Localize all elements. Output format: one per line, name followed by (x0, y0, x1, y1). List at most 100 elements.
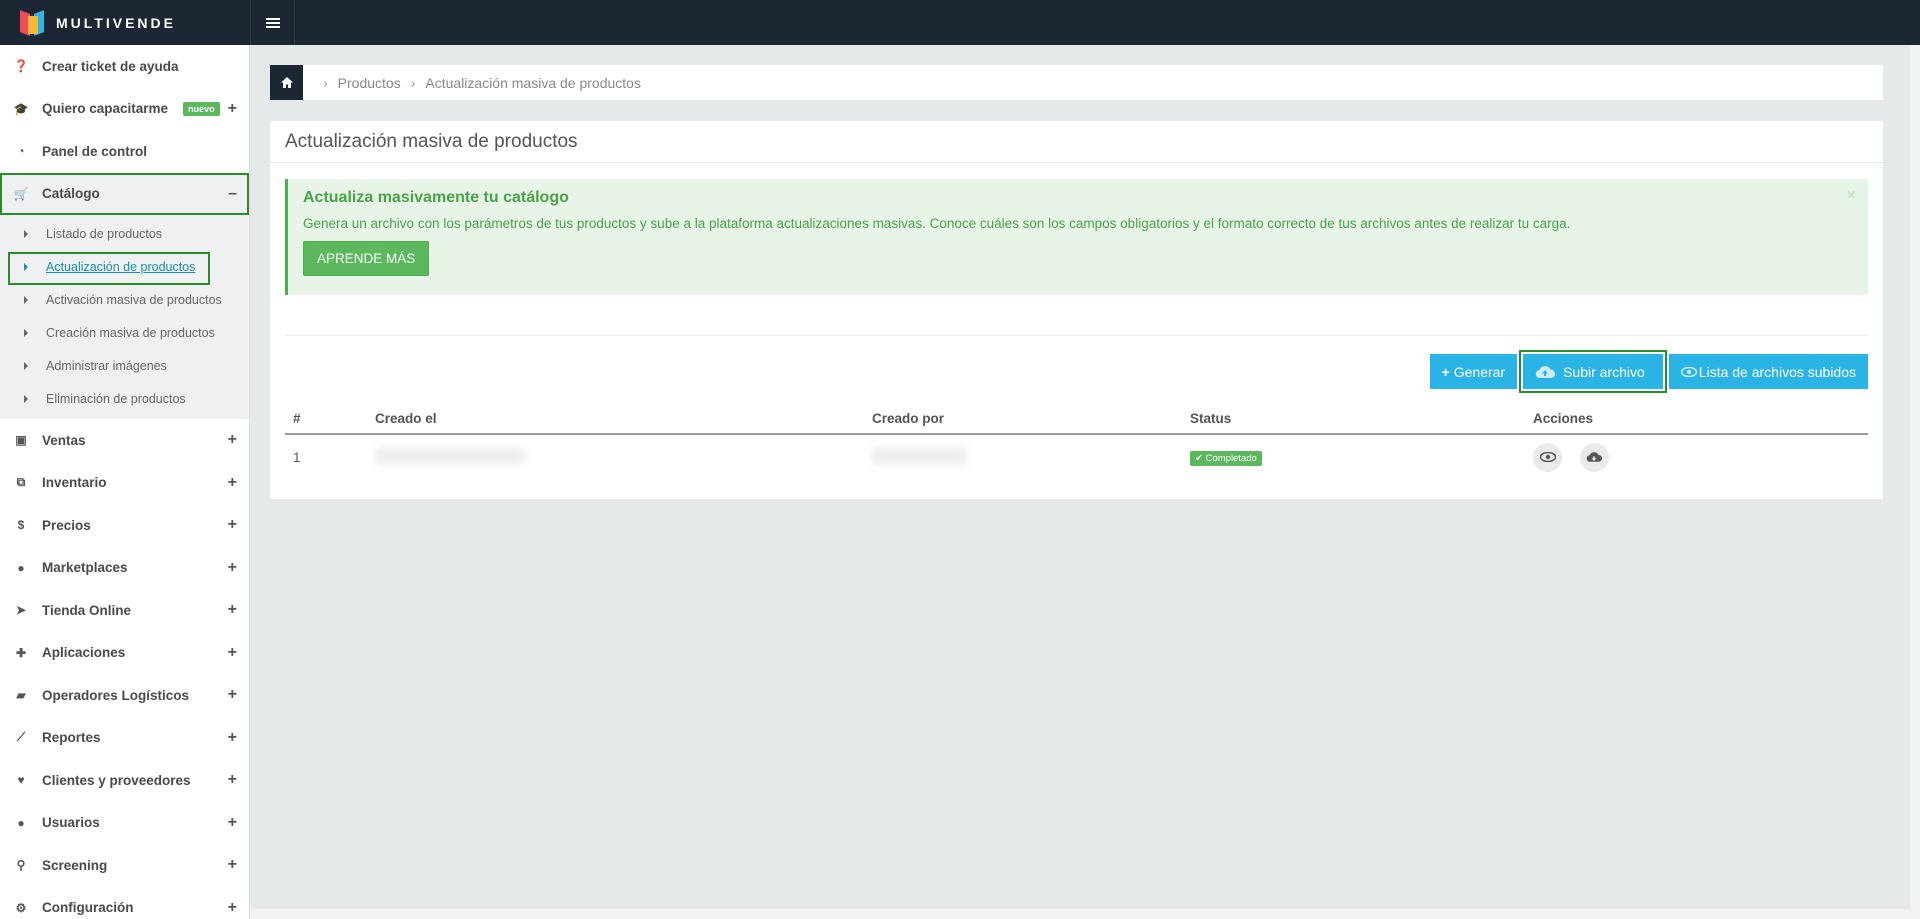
gear-icon: ⚙ (15, 900, 27, 915)
multivende-logo (20, 9, 46, 36)
expand-icon[interactable]: + (228, 814, 237, 832)
cubes-icon: ⧉ (16, 475, 26, 490)
upload-file-button[interactable]: Subir archivo (1519, 350, 1667, 393)
hamburger-icon (265, 16, 280, 30)
main-content: › Productos › Actualización masiva de pr… (250, 45, 1910, 909)
puzzle-icon: ✚ (15, 645, 27, 660)
expand-icon[interactable]: + (228, 856, 237, 874)
sidebar-item-quiero-capacitarme[interactable]: 🎓 Quiero capacitarme nuevo + (0, 88, 249, 131)
sidebar-item-label: Panel de control (42, 143, 148, 159)
expand-icon[interactable]: + (228, 474, 237, 492)
expand-icon[interactable]: + (228, 686, 237, 704)
submenu-item[interactable]: Creación masiva de productos (0, 316, 249, 349)
sidebar-item-clientes-y-proveedores[interactable]: ♥ Clientes y proveedores + (0, 759, 249, 802)
view-button[interactable] (1533, 442, 1562, 472)
sidebar-item-label: Inventario (42, 475, 107, 491)
table-header-row: # Creado el Creado por Status Acciones (285, 403, 1868, 435)
sidebar-item-label: Crear ticket de ayuda (42, 58, 179, 74)
sidebar-item-reportes[interactable]: ⟋ Reportes + (0, 717, 249, 760)
caret-right-icon (24, 361, 28, 370)
uploaded-files-list-button[interactable]: Lista de archivos subidos (1668, 354, 1868, 389)
status-label: Completado (1205, 452, 1257, 464)
brand[interactable]: MULTIVENDE (0, 0, 250, 45)
expand-icon[interactable]: + (228, 644, 237, 662)
check-icon: ✔ (1195, 452, 1203, 464)
sidebar-item-catálogo[interactable]: 🛒 Catálogo – (0, 172, 249, 215)
sidebar-item-screening[interactable]: ⚲ Screening + (0, 844, 249, 887)
sidebar-item-precios[interactable]: $ Precios + (0, 504, 249, 547)
eye-icon (1680, 366, 1697, 377)
home-icon (280, 77, 293, 88)
expand-icon[interactable]: + (228, 729, 237, 747)
breadcrumb-productos[interactable]: Productos (338, 75, 401, 91)
sidebar-item-label: Reportes (42, 730, 101, 746)
submenu-item[interactable]: Activación masiva de productos (0, 283, 249, 316)
line-chart-icon: ⟋ (16, 730, 26, 745)
submenu-item[interactable]: Administrar imágenes (0, 349, 249, 382)
cloud-download-icon (1586, 452, 1603, 462)
breadcrumb-current: Actualización masiva de productos (425, 74, 641, 91)
sidebar-item-label: Marketplaces (42, 560, 128, 576)
upload-label: Subir archivo (1563, 363, 1645, 380)
action-buttons: + Generar Subir archivo Lista de archivo… (1428, 350, 1868, 393)
sidebar-item-label: Screening (42, 857, 108, 873)
caret-right-icon (24, 328, 28, 337)
submenu-item[interactable]: Eliminación de productos (0, 382, 249, 415)
sidebar-item-panel-de-control[interactable]: ◔ Panel de control (0, 130, 249, 173)
download-button[interactable] (1579, 442, 1609, 472)
sidebar-item-operadores-logísticos[interactable]: ▰ Operadores Logísticos + (0, 674, 249, 717)
vertical-scrollbar[interactable] (1910, 45, 1920, 919)
breadcrumb-separator: › (410, 74, 416, 91)
alert-close-button[interactable]: × (1847, 187, 1856, 205)
dollar-icon: $ (17, 518, 25, 533)
sidebar-item-crear-ticket-de-ayuda[interactable]: ❓ Crear ticket de ayuda (0, 45, 249, 88)
expand-icon[interactable]: + (228, 516, 237, 534)
sidebar-item-label: Ventas (42, 432, 86, 448)
learn-more-button[interactable]: APRENDE MÁS (303, 241, 430, 276)
status-badge: ✔ Completado (1190, 450, 1262, 466)
generate-button[interactable]: + Generar (1429, 354, 1518, 389)
col-actions: Acciones (1525, 403, 1868, 435)
sidebar-item-usuarios[interactable]: ● Usuarios + (0, 802, 249, 845)
row-number: 1 (293, 449, 301, 465)
plus-icon: + (1441, 363, 1450, 380)
expand-icon[interactable]: + (228, 431, 237, 449)
sidebar-item-tienda-online[interactable]: ➤ Tienda Online + (0, 589, 249, 632)
caret-right-icon (24, 229, 28, 238)
expand-icon[interactable]: + (228, 559, 237, 577)
menu-toggle-button[interactable] (250, 0, 295, 45)
sidebar-item-aplicaciones[interactable]: ✚ Aplicaciones + (0, 632, 249, 675)
row-status: ✔ Completado (1182, 434, 1525, 479)
expand-icon[interactable]: + (228, 771, 237, 789)
truck-icon: ▰ (16, 688, 26, 703)
row-actions (1525, 434, 1868, 479)
collapse-icon[interactable]: – (228, 185, 237, 203)
expand-icon[interactable]: + (228, 899, 237, 917)
top-bar: MULTIVENDE (0, 0, 1920, 45)
submenu-item-label: Administrar imágenes (46, 358, 167, 373)
generate-label: Generar (1453, 363, 1506, 380)
col-created-at: Creado el (367, 403, 864, 435)
sidebar-item-label: Operadores Logísticos (42, 687, 190, 703)
row-created-by (864, 434, 1182, 479)
submenu-item[interactable]: Actualización de productos (0, 250, 249, 285)
expand-icon[interactable]: + (228, 100, 237, 118)
sidebar-item-configuración[interactable]: ⚙ Configuración + (0, 887, 249, 919)
submenu-item-label: Creación masiva de productos (46, 325, 215, 340)
sidebar-item-inventario[interactable]: ⧉ Inventario + (0, 462, 249, 505)
uploads-table: # Creado el Creado por Status Acciones 1… (285, 403, 1868, 479)
user-icon: ● (17, 815, 25, 830)
alert-title: Actualiza masivamente tu catálogo (303, 189, 569, 206)
submenu-item-label: Listado de productos (46, 226, 163, 241)
globe-icon: ● (17, 560, 25, 575)
eye-icon (1539, 452, 1556, 462)
sidebar-item-label: Aplicaciones (42, 645, 126, 661)
sidebar-item-ventas[interactable]: ▣ Ventas + (0, 419, 249, 462)
sidebar-item-marketplaces[interactable]: ● Marketplaces + (0, 547, 249, 590)
sidebar-item-label: Tienda Online (42, 602, 132, 618)
submenu-item[interactable]: Listado de productos (0, 217, 249, 250)
home-button[interactable] (270, 65, 303, 100)
expand-icon[interactable]: + (228, 601, 237, 619)
breadcrumb-separator: › (323, 74, 328, 91)
horizontal-scrollbar[interactable] (250, 909, 1910, 919)
